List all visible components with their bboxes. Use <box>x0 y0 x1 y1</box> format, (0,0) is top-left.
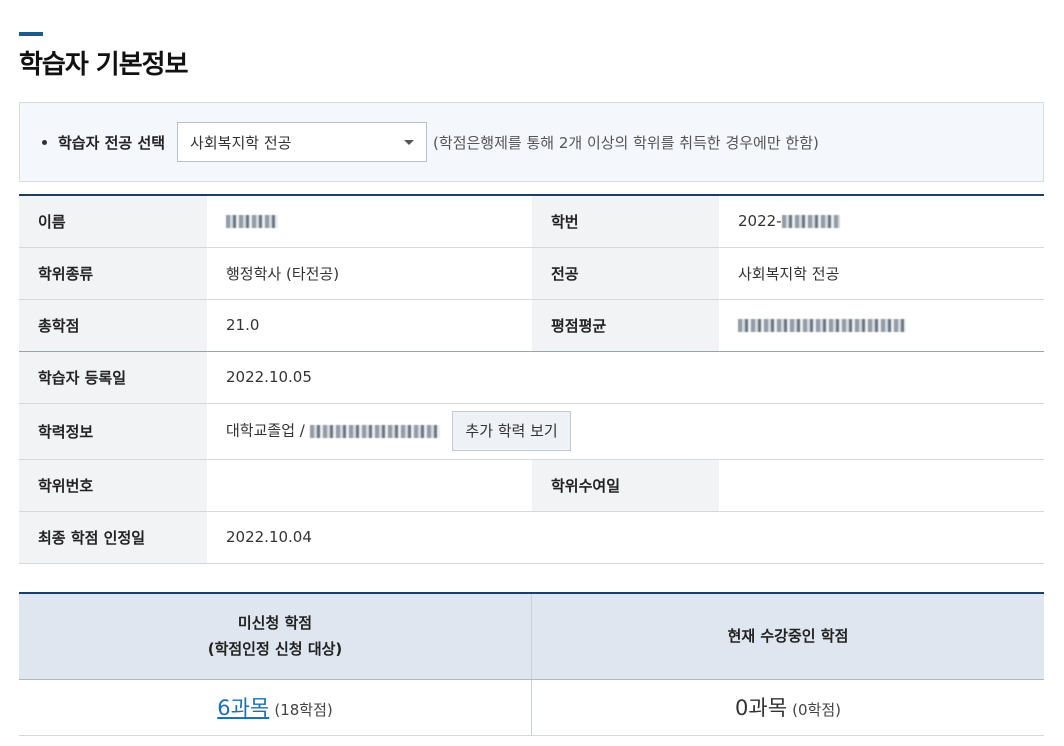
major-select-label: 학습자 전공 선택 <box>42 132 165 153</box>
major-select-note: (학점은행제를 통해 2개 이상의 학위를 취득한 경우에만 한함) <box>433 133 819 152</box>
learner-info-table: 이름 학번 2022- 학위종류 행정학사 (타전공) 전공 사회복지학 전공 … <box>19 194 1044 564</box>
degree-award-date-value <box>719 459 1044 512</box>
major-value: 사회복지학 전공 <box>719 247 1044 300</box>
table-row: 학력정보 대학교졸업 / 추가 학력 보기 <box>19 403 1044 460</box>
degree-type-value: 행정학사 (타전공) <box>207 247 532 300</box>
unapplied-credits-header-line1: 미신청 학점 <box>237 614 313 633</box>
table-row: 6과목 (18학점) 0과목 (0학점) <box>19 679 1044 736</box>
major-select-label-text: 학습자 전공 선택 <box>58 133 166 152</box>
gpa-label: 평점평균 <box>532 299 719 352</box>
final-credit-date-value: 2022.10.04 <box>207 511 1044 564</box>
unapplied-credits-header-line2: (학점인정 신청 대상) <box>207 640 343 659</box>
chevron-down-icon <box>404 139 415 145</box>
major-dropdown[interactable]: 사회복지학 전공 <box>177 122 428 162</box>
education-label: 학력정보 <box>19 403 207 460</box>
redacted-school <box>309 424 440 438</box>
unapplied-credits-cell: 6과목 (18학점) <box>19 679 532 736</box>
current-credits-sub: (0학점) <box>792 701 841 719</box>
unapplied-credits-sub: (18학점) <box>274 701 333 719</box>
name-label: 이름 <box>19 195 207 248</box>
table-row: 학습자 등록일 2022.10.05 <box>19 351 1044 404</box>
title-accent-bar <box>19 32 43 36</box>
degree-award-date-label: 학위수여일 <box>532 459 719 512</box>
gpa-value <box>719 299 1044 352</box>
table-row: 최종 학점 인정일 2022.10.04 <box>19 511 1044 564</box>
degree-number-value <box>207 459 532 512</box>
registration-date-value: 2022.10.05 <box>207 351 1044 404</box>
registration-date-label: 학습자 등록일 <box>19 351 207 404</box>
table-row: 총학점 21.0 평점평균 <box>19 299 1044 352</box>
table-row: 미신청 학점 (학점인정 신청 대상) 현재 수강중인 학점 <box>19 593 1044 680</box>
total-credits-label: 총학점 <box>19 299 207 352</box>
degree-number-label: 학위번호 <box>19 459 207 512</box>
student-id-value: 2022- <box>719 195 1044 248</box>
student-id-label: 학번 <box>532 195 719 248</box>
education-value: 대학교졸업 / 추가 학력 보기 <box>207 403 1044 460</box>
redacted-student-id <box>781 215 840 229</box>
name-value <box>207 195 532 248</box>
redacted-name <box>226 215 278 229</box>
unapplied-credits-header: 미신청 학점 (학점인정 신청 대상) <box>19 593 532 680</box>
page-title: 학습자 기본정보 <box>19 50 188 80</box>
redacted-gpa <box>738 319 906 332</box>
more-education-button[interactable]: 추가 학력 보기 <box>452 411 571 451</box>
table-row: 학위번호 학위수여일 <box>19 459 1044 512</box>
major-dropdown-value: 사회복지학 전공 <box>190 133 292 152</box>
table-row: 이름 학번 2022- <box>19 195 1044 248</box>
current-credits-cell: 0과목 (0학점) <box>531 679 1044 736</box>
major-label: 전공 <box>532 247 719 300</box>
unapplied-courses-link[interactable]: 6과목 <box>217 696 269 720</box>
major-select-panel: 학습자 전공 선택 사회복지학 전공 (학점은행제를 통해 2개 이상의 학위를… <box>19 102 1044 182</box>
current-courses-count: 0과목 <box>735 696 788 720</box>
credit-summary-table: 미신청 학점 (학점인정 신청 대상) 현재 수강중인 학점 6과목 (18학점… <box>19 592 1044 736</box>
current-credits-header: 현재 수강중인 학점 <box>531 593 1044 680</box>
table-row: 학위종류 행정학사 (타전공) 전공 사회복지학 전공 <box>19 247 1044 300</box>
degree-type-label: 학위종류 <box>19 247 207 300</box>
final-credit-date-label: 최종 학점 인정일 <box>19 511 207 564</box>
student-id-prefix: 2022- <box>738 212 782 231</box>
education-prefix: 대학교졸업 / <box>226 421 305 440</box>
bullet-icon <box>42 139 47 145</box>
total-credits-value: 21.0 <box>207 299 532 352</box>
